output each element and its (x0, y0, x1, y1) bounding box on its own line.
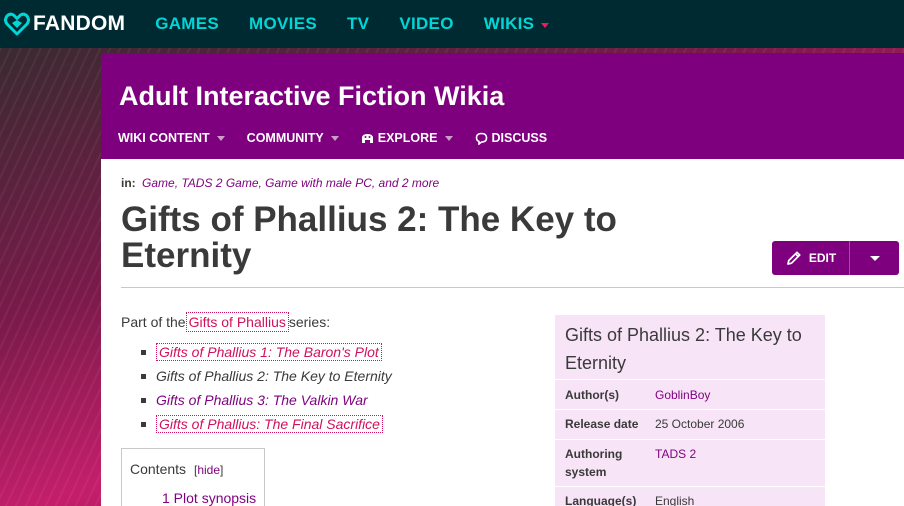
infobox-label: Release date (565, 417, 639, 431)
wiki-content-label: WIKI CONTENT (118, 131, 210, 145)
infobox-row: Release date 25 October 2006 (555, 409, 825, 439)
nav-games[interactable]: GAMES (155, 14, 219, 34)
fandom-heart-icon (4, 12, 30, 36)
series-intro-before: Part of the (121, 314, 186, 330)
categories-links[interactable]: Game, TADS 2 Game, Game with male PC, an… (142, 176, 439, 190)
toc-hide-toggle[interactable]: [hide] (194, 463, 223, 477)
edit-button[interactable]: EDIT (772, 241, 849, 275)
pencil-icon (786, 251, 801, 265)
wiki-header: Adult Interactive Fiction Wikia WIKI CON… (101, 53, 904, 159)
list-item: Gifts of Phallius 3: The Valkin War (141, 388, 392, 412)
series-item-link[interactable]: Gifts of Phallius 1: The Baron's Plot (156, 343, 382, 361)
infobox-label: Authoring system (565, 447, 623, 479)
series-list: Gifts of Phallius 1: The Baron's Plot Gi… (141, 340, 392, 436)
series-item-link[interactable]: Gifts of Phallius: The Final Sacrifice (156, 415, 383, 433)
series-intro-after: series: (288, 314, 331, 330)
chevron-down-icon (330, 135, 339, 141)
infobox-value[interactable]: GoblinBoy (655, 386, 710, 404)
chevron-down-icon (216, 135, 225, 141)
infobox-value[interactable]: TADS 2 (655, 445, 696, 463)
infobox-row: Author(s) GoblinBoy (555, 379, 825, 409)
toc-title: Contents (130, 461, 187, 477)
nav-tv[interactable]: TV (347, 14, 369, 34)
edit-more-button[interactable] (849, 241, 899, 275)
list-item: Gifts of Phallius: The Final Sacrifice (141, 412, 392, 436)
infobox-row: Language(s) English (555, 486, 825, 506)
global-nav-links: GAMES MOVIES TV VIDEO WIKIS (155, 14, 579, 34)
infobox-label: Language(s) (565, 494, 637, 506)
community-label: COMMUNITY (246, 131, 324, 145)
discuss-icon (475, 132, 487, 145)
series-link[interactable]: Gifts of Phallius (185, 312, 289, 332)
infobox-label: Author(s) (565, 388, 619, 402)
nav-wikis-label: WIKIS (483, 14, 535, 33)
categories-label: in: (121, 176, 136, 190)
page-title: Gifts of Phallius 2: The Key to Eternity (121, 200, 617, 275)
fandom-logo[interactable]: FANDOM (4, 0, 125, 48)
toc-item[interactable]: 1 Plot synopsis (162, 490, 256, 506)
chevron-down-icon (869, 255, 880, 261)
list-item: Gifts of Phallius 2: The Key to Eternity (141, 364, 392, 388)
infobox-title: Gifts of Phallius 2: The Key to Eternity (565, 325, 802, 373)
wiki-nav-explore[interactable]: EXPLORE (361, 131, 453, 145)
series-intro: Part of the Gifts of Phallius series: (121, 312, 331, 332)
toc-hide-link[interactable]: hide (197, 463, 220, 477)
categories-line: in: Game, TADS 2 Game, Game with male PC… (121, 176, 439, 190)
explore-label: EXPLORE (377, 131, 438, 145)
series-item-current: Gifts of Phallius 2: The Key to Eternity (156, 368, 392, 384)
edit-button-group: EDIT (772, 241, 899, 275)
wiki-nav-discuss[interactable]: DISCUSS (475, 131, 548, 145)
nav-video[interactable]: VIDEO (399, 14, 453, 34)
explore-icon (361, 133, 373, 143)
wiki-nav-community[interactable]: COMMUNITY (247, 131, 339, 145)
infobox-row: Authoring system TADS 2 (555, 439, 825, 486)
infobox-value: 25 October 2006 (655, 417, 745, 431)
infobox-value: English (655, 494, 695, 506)
series-item-link[interactable]: Gifts of Phallius 3: The Valkin War (156, 392, 368, 408)
nav-movies[interactable]: MOVIES (249, 14, 317, 34)
infobox: Gifts of Phallius 2: The Key to Eternity… (555, 315, 825, 506)
nav-wikis[interactable]: WIKIS (484, 14, 550, 34)
global-nav: FANDOM GAMES MOVIES TV VIDEO WIKIS (0, 0, 904, 48)
wiki-nav-wiki-content[interactable]: WIKI CONTENT (118, 131, 225, 145)
chevron-down-icon (541, 22, 550, 28)
wiki-nav: WIKI CONTENT COMMUNITY EXPLORE DISCUSS (118, 131, 569, 145)
wiki-title[interactable]: Adult Interactive Fiction Wikia (119, 81, 504, 112)
fandom-logo-text: FANDOM (33, 12, 126, 35)
article-content: in: Game, TADS 2 Game, Game with male PC… (101, 159, 904, 506)
edit-label: EDIT (808, 251, 837, 265)
chevron-down-icon (444, 135, 453, 141)
toc-bracket: ] (220, 463, 224, 477)
table-of-contents: Contents [hide] 1 Plot synopsis (121, 448, 265, 506)
title-divider (121, 287, 904, 288)
list-item: Gifts of Phallius 1: The Baron's Plot (141, 340, 392, 364)
discuss-label: DISCUSS (491, 131, 548, 145)
